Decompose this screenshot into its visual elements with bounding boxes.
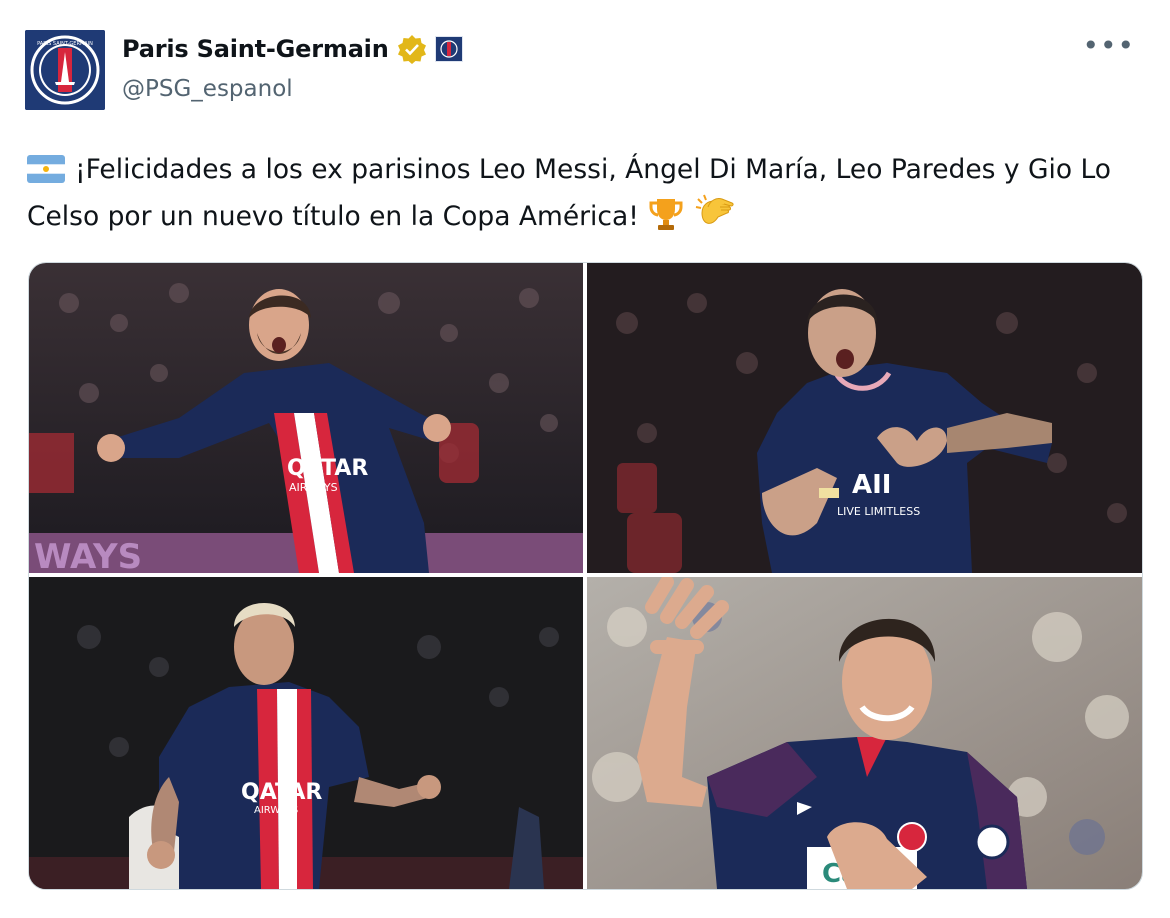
- di-maria-shirt-text: AII: [852, 470, 891, 500]
- trophy-icon: [649, 199, 683, 230]
- more-options-icon[interactable]: •••: [1082, 32, 1135, 60]
- argentina-flag-icon: [27, 155, 65, 183]
- clapping-hands-icon: [695, 194, 734, 224]
- tweet-text-block: ¡Felicidades a los ex parisinos Leo Mess…: [27, 146, 1152, 240]
- display-name-row[interactable]: Paris Saint-Germain: [122, 34, 463, 64]
- psg-affiliate-badge-icon[interactable]: [434, 36, 463, 62]
- account-handle[interactable]: @PSG_espanol: [122, 76, 293, 102]
- messi-shirt-subtext: AIRWAYS: [289, 481, 338, 494]
- di-maria-shirt-subtext: LIVE LIMITLESS: [837, 505, 920, 518]
- tweet-header: PARIS SAINT-GERMAIN Paris Saint-Germain …: [25, 30, 1145, 110]
- paredes-shirt-text: QATAR: [241, 780, 322, 805]
- messi-shirt-text: QATAR: [287, 456, 368, 481]
- psg-crest-icon: PARIS SAINT-GERMAIN: [25, 30, 105, 110]
- photo-messi[interactable]: WAYS QATAR AIRWAYS: [29, 263, 583, 573]
- board-text: WAYS: [34, 537, 142, 573]
- tweet-media-grid[interactable]: WAYS QATAR AIRWAYS AII LIVE LIMITLESS QA…: [28, 262, 1143, 890]
- photo-paredes[interactable]: QATAR AIRWAYS: [29, 577, 583, 889]
- crest-lettering: PARIS SAINT-GERMAIN: [37, 41, 93, 47]
- paredes-shirt-subtext: AIRWAYS: [254, 805, 298, 816]
- display-name[interactable]: Paris Saint-Germain: [122, 35, 389, 63]
- tweet-text: ¡Felicidades a los ex parisinos Leo Mess…: [27, 154, 1112, 232]
- psg-avatar[interactable]: PARIS SAINT-GERMAIN: [25, 30, 105, 110]
- gold-verified-badge-icon[interactable]: [397, 34, 427, 64]
- photo-di-maria[interactable]: AII LIVE LIMITLESS: [587, 263, 1142, 573]
- photo-lo-celso[interactable]: Ca: [587, 577, 1142, 889]
